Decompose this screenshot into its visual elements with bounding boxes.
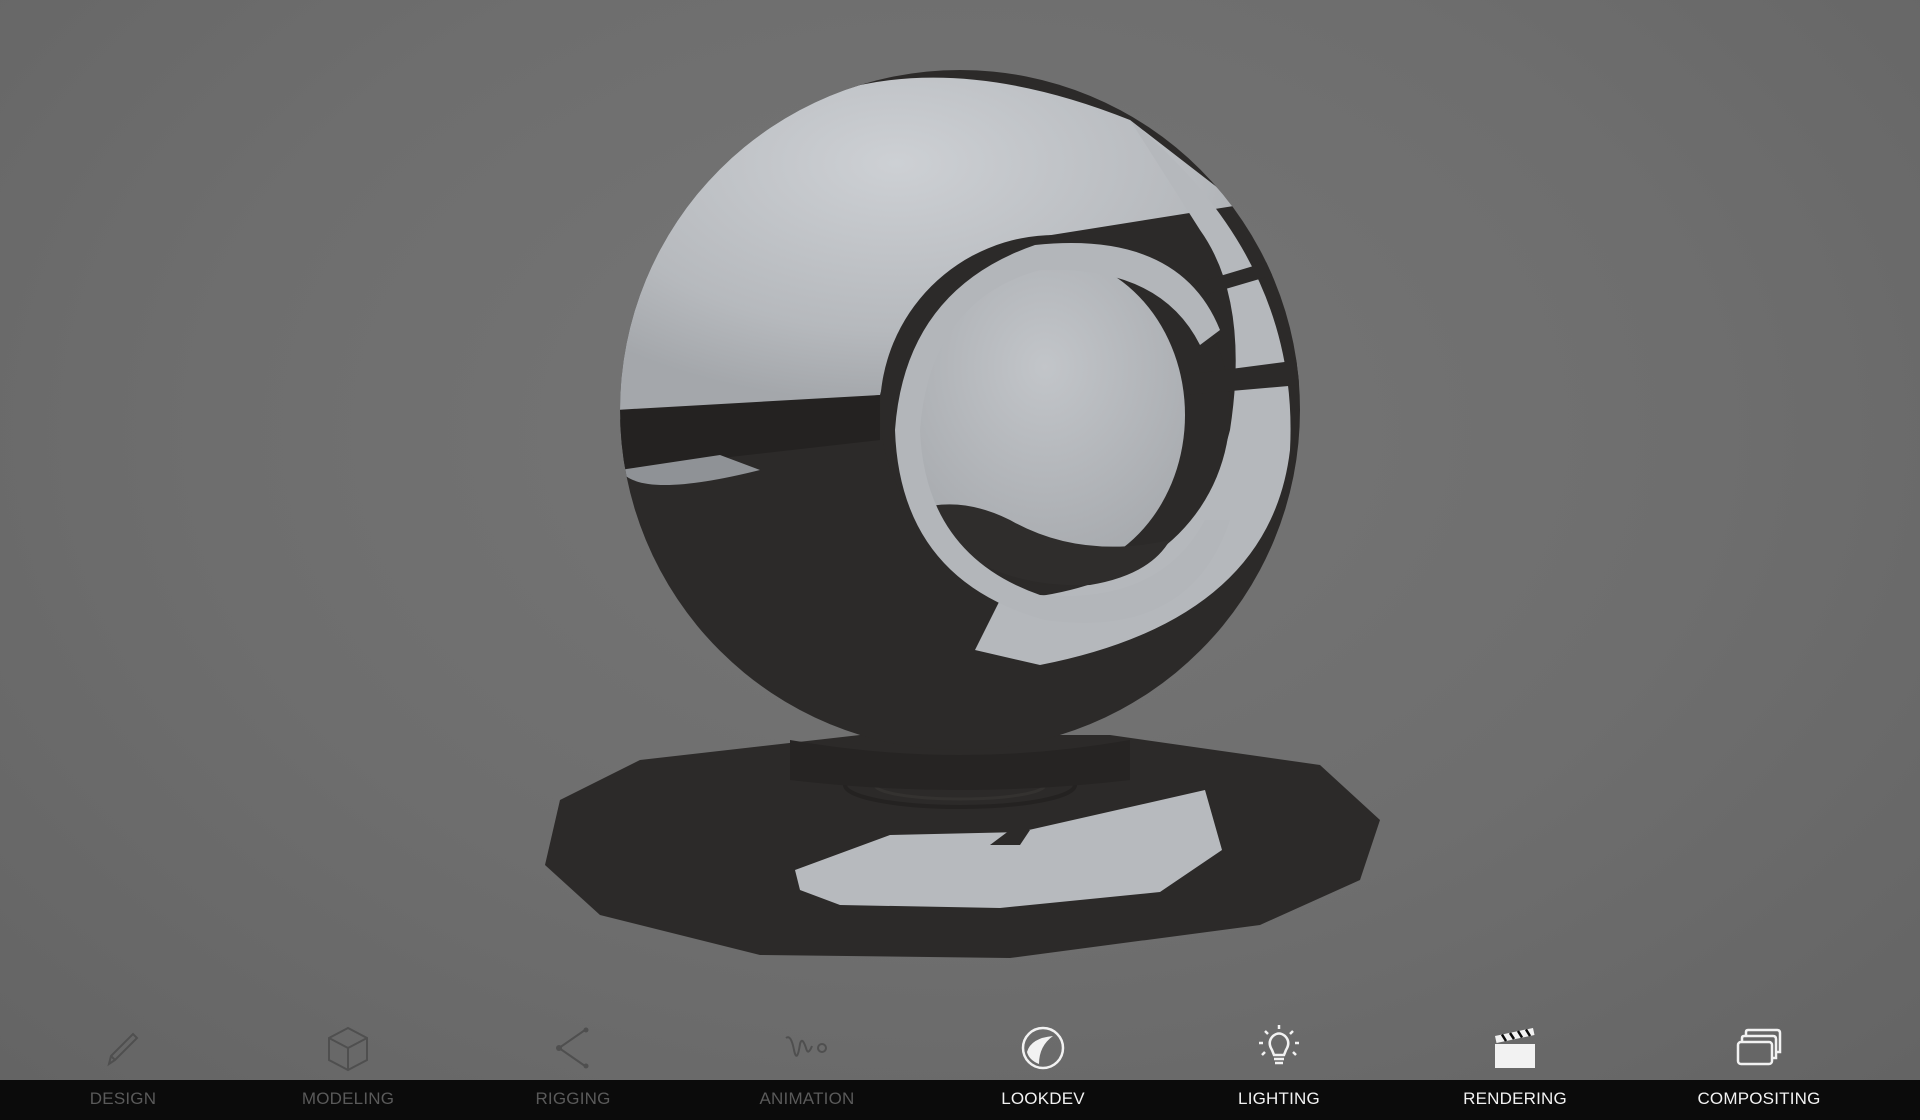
stage-lookdev[interactable]: LOOKDEV	[923, 1020, 1163, 1120]
stage-label: MODELING	[301, 1089, 395, 1108]
render-viewport[interactable]	[0, 0, 1920, 1080]
stage-rigging[interactable]: RIGGING	[453, 1020, 693, 1120]
bone-joint-icon	[549, 1024, 597, 1072]
stage-label: LIGHTING	[1238, 1089, 1320, 1108]
stage-label: COMPOSITING	[1697, 1089, 1821, 1108]
motion-path-icon	[783, 1024, 831, 1072]
stage-label: LOOKDEV	[1001, 1089, 1085, 1108]
shader-ball-base	[545, 735, 1380, 958]
cube-icon	[324, 1024, 372, 1072]
pipeline-stage-bar: DESIGN MODELING RIGGING ANIMATION LOOKDE…	[0, 1020, 1920, 1120]
stage-label: DESIGN	[89, 1089, 157, 1108]
shader-ball-preview	[545, 70, 1380, 958]
pencil-icon	[99, 1024, 147, 1072]
stage-rendering[interactable]: RENDERING	[1395, 1020, 1635, 1120]
shaded-sphere-icon	[1019, 1024, 1067, 1072]
clapperboard-icon	[1491, 1024, 1539, 1072]
stage-compositing[interactable]: COMPOSITING	[1639, 1020, 1879, 1120]
light-bulb-icon	[1255, 1024, 1303, 1072]
stacked-layers-icon	[1735, 1024, 1783, 1072]
shader-ball-sphere	[620, 70, 1300, 750]
stage-label: ANIMATION	[759, 1089, 855, 1108]
stage-animation[interactable]: ANIMATION	[687, 1020, 927, 1120]
stage-modeling[interactable]: MODELING	[228, 1020, 468, 1120]
stage-label: RENDERING	[1463, 1089, 1567, 1108]
stage-lighting[interactable]: LIGHTING	[1159, 1020, 1399, 1120]
stage-design[interactable]: DESIGN	[3, 1020, 243, 1120]
stage-label: RIGGING	[535, 1089, 611, 1108]
